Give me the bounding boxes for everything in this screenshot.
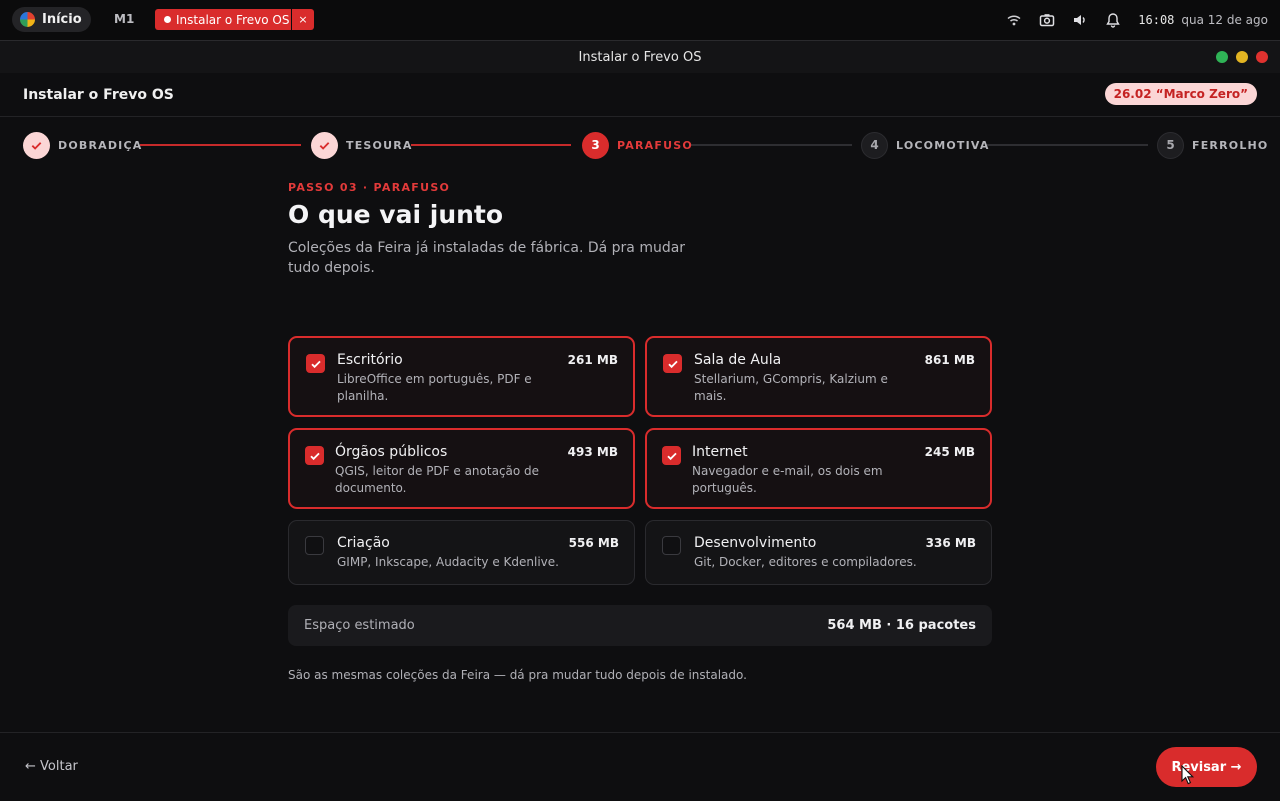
system-bar: Início M1 Instalar o Frevo OS × 16:08 qu…	[0, 0, 1280, 40]
start-label: Início	[42, 12, 82, 27]
collection-description: Navegador e e-mail, os dois em português…	[692, 464, 883, 495]
collection-description: Stellarium, GCompris, Kalzium e mais.	[694, 372, 888, 403]
step-done-check-icon	[311, 131, 338, 159]
maximize-button[interactable]	[1216, 51, 1228, 63]
collection-card-desenvolvimento[interactable]: Desenvolvimento Git, Docker, editores e …	[645, 520, 992, 585]
step-done-check-icon	[23, 131, 50, 159]
checkbox-checked-icon[interactable]	[662, 446, 681, 465]
step-label: LOCOMOTIVA	[896, 138, 990, 152]
checkbox-checked-icon[interactable]	[305, 446, 324, 465]
collection-size: 336 MB	[925, 536, 976, 550]
summary-value: 564 MB · 16 pacotes	[827, 618, 976, 633]
collection-title: Criação	[337, 535, 390, 551]
step-connector	[690, 144, 852, 146]
clock[interactable]: 16:08	[1138, 13, 1174, 27]
page-title: O que vai junto	[288, 200, 504, 229]
step-content: PASSO 03 · PARAFUSO O que vai junto Cole…	[288, 181, 992, 682]
step-label: TESOURA	[346, 138, 413, 152]
window-controls	[1216, 51, 1268, 63]
collection-size: 556 MB	[568, 536, 619, 550]
collection-title: Escritório	[337, 352, 403, 368]
summary-label: Espaço estimado	[304, 618, 415, 633]
collection-size: 261 MB	[567, 353, 618, 367]
step-ferrolho[interactable]: 5 FERROLHO	[1157, 131, 1269, 159]
collection-description: LibreOffice em português, PDF e planilha…	[337, 372, 532, 403]
minimize-button[interactable]	[1236, 51, 1248, 63]
step-eyebrow: PASSO 03 · PARAFUSO	[288, 181, 451, 194]
bell-icon[interactable]	[1105, 12, 1121, 28]
taskbar-item-label: Instalar o Frevo OS	[176, 12, 290, 27]
collection-title: Órgãos públicos	[335, 444, 448, 460]
collection-size: 493 MB	[567, 445, 618, 459]
collection-title: Desenvolvimento	[694, 535, 817, 551]
progress-stepper: DOBRADIÇA TESOURA 3 PARAFUSO 4 LOCOMOTIV…	[23, 131, 1267, 159]
estimated-space-summary: Espaço estimado 564 MB · 16 pacotes	[288, 605, 992, 646]
version-badge: 26.02 “Marco Zero”	[1104, 83, 1257, 105]
recording-dot-icon	[164, 16, 171, 23]
checkbox-unchecked-icon[interactable]	[662, 536, 681, 555]
step-connector	[140, 144, 301, 146]
checkbox-checked-icon[interactable]	[306, 354, 325, 373]
step-label: FERROLHO	[1192, 138, 1269, 152]
taskbar-close-button[interactable]: ×	[292, 9, 314, 30]
wifi-icon[interactable]	[1006, 12, 1022, 28]
checkbox-unchecked-icon[interactable]	[305, 536, 324, 555]
collection-size: 861 MB	[924, 353, 975, 367]
collection-title: Sala de Aula	[694, 352, 782, 368]
app-header: Instalar o Frevo OS 26.02 “Marco Zero”	[0, 73, 1280, 117]
collection-size: 245 MB	[924, 445, 975, 459]
collection-card-escritorio[interactable]: Escritório LibreOffice em português, PDF…	[288, 336, 635, 417]
collection-description: GIMP, Inkscape, Audacity e Kdenlive.	[337, 555, 559, 569]
step-number: 5	[1157, 131, 1184, 159]
collection-card-sala-de-aula[interactable]: Sala de Aula Stellarium, GCompris, Kalzi…	[645, 336, 992, 417]
volume-icon[interactable]	[1072, 12, 1088, 28]
window-titlebar[interactable]: Instalar o Frevo OS	[0, 41, 1280, 73]
collection-description: Git, Docker, editores e compiladores.	[694, 555, 917, 569]
collection-card-criacao[interactable]: Criação GIMP, Inkscape, Audacity e Kdenl…	[288, 520, 635, 585]
collection-title: Internet	[692, 444, 748, 460]
page-subtitle: Coleções da Feira já instaladas de fábri…	[288, 240, 686, 276]
mouse-cursor-icon	[1181, 765, 1195, 785]
review-button[interactable]: Revisar →	[1156, 747, 1257, 787]
step-number: 4	[861, 131, 888, 159]
back-button[interactable]: ← Voltar	[25, 759, 78, 774]
start-button[interactable]: Início	[12, 7, 91, 32]
system-tray: 16:08 qua 12 de ago	[1006, 0, 1268, 40]
wizard-footer: ← Voltar Revisar →	[0, 732, 1280, 801]
collection-card-internet[interactable]: Internet Navegador e e-mail, os dois em …	[645, 428, 992, 509]
collection-card-orgaos-publicos[interactable]: Órgãos públicos QGIS, leitor de PDF e an…	[288, 428, 635, 509]
os-logo-icon	[20, 12, 35, 27]
installer-window: Instalar o Frevo OS Instalar o Frevo OS …	[0, 40, 1280, 801]
step-locomotiva[interactable]: 4 LOCOMOTIVA	[861, 131, 990, 159]
collection-description: QGIS, leitor de PDF e anotação de docume…	[335, 464, 540, 495]
step-connector	[411, 144, 571, 146]
step-label: PARAFUSO	[617, 138, 693, 152]
app-title: Instalar o Frevo OS	[23, 86, 174, 103]
camera-icon[interactable]	[1039, 12, 1055, 28]
step-parafuso[interactable]: 3 PARAFUSO	[582, 131, 693, 159]
step-number: 3	[582, 131, 609, 159]
step-label: DOBRADIÇA	[58, 138, 143, 152]
footnote: São as mesmas coleções da Feira — dá pra…	[288, 668, 747, 682]
date[interactable]: qua 12 de ago	[1181, 13, 1268, 27]
taskbar-item-installer[interactable]: Instalar o Frevo OS	[155, 9, 291, 30]
close-window-button[interactable]	[1256, 51, 1268, 63]
window-title: Instalar o Frevo OS	[578, 49, 702, 65]
checkbox-checked-icon[interactable]	[663, 354, 682, 373]
step-dobradica[interactable]: DOBRADIÇA	[23, 131, 142, 159]
workspace-indicator[interactable]: M1	[114, 12, 134, 26]
step-connector	[986, 144, 1148, 146]
step-tesoura[interactable]: TESOURA	[311, 131, 413, 159]
